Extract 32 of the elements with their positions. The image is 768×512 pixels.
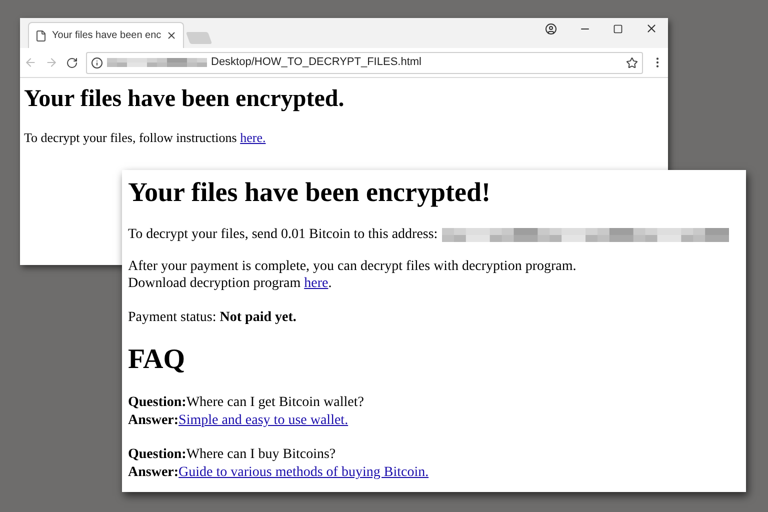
close-tab-icon[interactable] <box>166 30 178 41</box>
page-icon <box>35 30 47 42</box>
bookmark-icon[interactable] <box>626 56 638 68</box>
status-value: Not paid yet. <box>220 310 296 325</box>
instructions-text: To decrypt your files, follow instructions <box>24 130 238 145</box>
tab-title: Your files have been enc <box>52 29 162 43</box>
profile-icon[interactable] <box>545 22 557 34</box>
address-bar[interactable]: Desktop/HOW_TO_DECRYPT_FILES.html <box>86 52 643 74</box>
period-text: . <box>328 276 332 291</box>
payment-text: After your payment is complete, you can decrypt files with decryption program. <box>128 259 578 275</box>
download-text: Download decryption program <box>128 276 302 291</box>
question-label: Question: <box>128 446 186 464</box>
maximize-icon[interactable] <box>613 24 623 34</box>
question-label: Question: <box>128 394 186 412</box>
answer-label: Answer: <box>128 464 179 482</box>
page-heading: Your files have been encrypted. <box>24 85 346 114</box>
question-text: Where can I get Bitcoin wallet? <box>186 394 364 412</box>
address-text: Desktop/HOW_TO_DECRYPT_FILES.html <box>211 55 422 70</box>
answer-label: Answer: <box>128 412 179 430</box>
question-text: Where can I buy Bitcoins? <box>186 446 336 464</box>
faq-heading: FAQ <box>128 343 186 377</box>
answer-link[interactable]: Simple and easy to use wallet. <box>178 412 348 430</box>
reload-icon[interactable] <box>66 56 78 68</box>
info-icon <box>91 56 103 68</box>
browser-tab[interactable]: Your files have been enc <box>28 22 184 48</box>
address-instruction: To decrypt your files, send 0.01 Bitcoin to this address: <box>128 226 438 244</box>
download-link[interactable]: here <box>304 276 328 291</box>
status-label: Payment status: <box>128 310 218 325</box>
instructions-link[interactable]: here. <box>240 130 266 145</box>
answer-link[interactable]: Guide to various methods of buying Bitcoin. <box>178 464 429 482</box>
close-icon[interactable] <box>645 22 658 35</box>
note-heading: Your files have been encrypted! <box>128 176 492 209</box>
